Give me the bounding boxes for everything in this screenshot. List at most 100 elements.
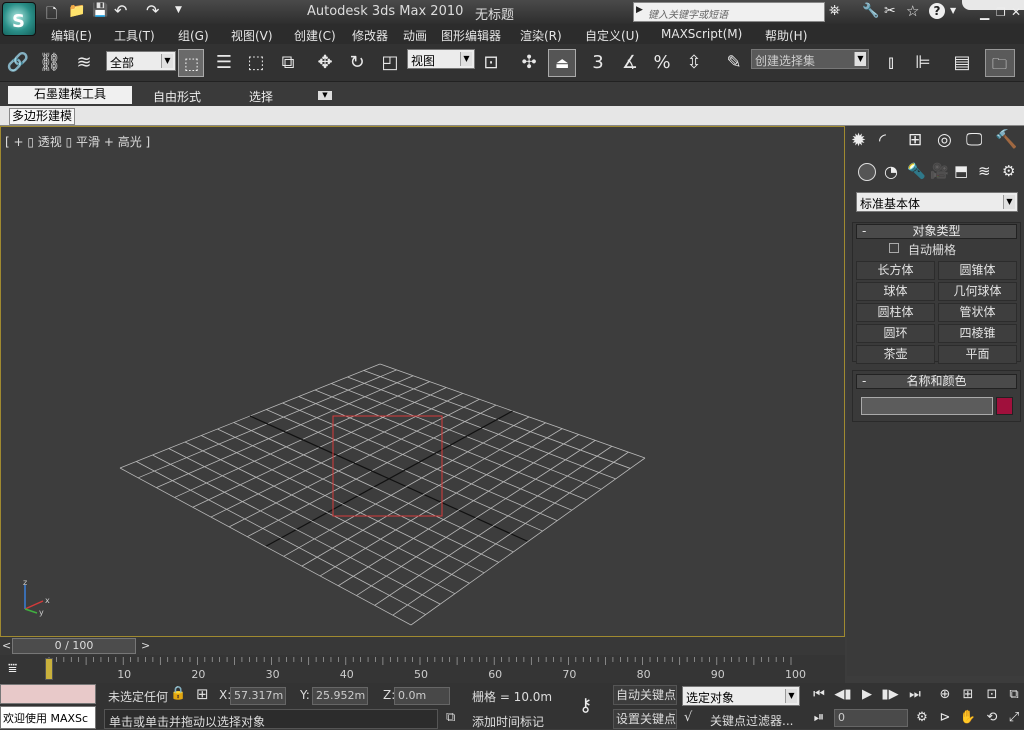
autogrid-checkbox[interactable]: [889, 243, 899, 253]
selection-filter-dropdown[interactable]: 全部 ▼: [106, 51, 176, 71]
quick-access-dropdown-icon[interactable]: ▼: [175, 5, 182, 15]
set-key-button[interactable]: 设置关键点: [613, 709, 677, 729]
modify-tab-icon[interactable]: ◜: [879, 130, 886, 151]
subscription-icon[interactable]: ✂: [884, 3, 896, 19]
display-tab-icon[interactable]: 🖵: [966, 130, 982, 150]
undo-icon[interactable]: ↶: [114, 1, 127, 20]
search-expand-icon[interactable]: ▶: [636, 5, 643, 15]
align-icon[interactable]: ⊫: [911, 51, 935, 75]
menu-edit[interactable]: 编辑(E): [51, 27, 92, 44]
lock-selection-icon[interactable]: 🔒: [170, 686, 186, 701]
current-frame-field[interactable]: 0: [834, 709, 908, 727]
layer-manager-icon[interactable]: ▤: [950, 51, 974, 75]
box-button[interactable]: 长方体: [856, 261, 935, 280]
time-config-icon[interactable]: ⚙: [912, 709, 932, 727]
minimize-icon[interactable]: ▁: [980, 6, 989, 20]
rotate-icon[interactable]: ↻: [345, 51, 369, 75]
tab-freeform[interactable]: 自由形式: [153, 88, 201, 105]
key-icon[interactable]: ⚷: [579, 695, 592, 716]
reference-coordinate-dropdown[interactable]: 视图 ▼: [407, 49, 475, 69]
rectangular-selection-icon[interactable]: ⬚: [244, 51, 268, 75]
y-coordinate-field[interactable]: 25.952m: [312, 687, 368, 705]
maxscript-mini-listener[interactable]: 欢迎使用 MAXSc: [0, 706, 96, 729]
pivot-center-icon[interactable]: ⊡: [479, 51, 503, 75]
set-key-mode-icon[interactable]: √: [684, 710, 692, 725]
spinner-snap-icon[interactable]: ⇳: [682, 51, 706, 75]
maxscript-listener[interactable]: [0, 684, 96, 704]
hierarchy-tab-icon[interactable]: ⊞: [908, 130, 922, 150]
save-icon[interactable]: 💾: [92, 3, 108, 18]
binoculars-icon[interactable]: ⛯: [829, 3, 840, 19]
prev-frame-icon[interactable]: <: [2, 639, 11, 652]
zoom-extents-icon[interactable]: ⊡: [982, 686, 1002, 704]
menu-tools[interactable]: 工具(T): [114, 27, 155, 44]
favorites-star-icon[interactable]: ☆: [906, 2, 919, 20]
move-icon[interactable]: ✥: [313, 51, 337, 75]
tube-button[interactable]: 管状体: [938, 303, 1017, 322]
edit-named-selection-icon[interactable]: ✎: [722, 51, 746, 75]
space-warps-icon[interactable]: ≋: [978, 162, 991, 180]
next-frame-icon[interactable]: >: [141, 639, 150, 652]
menu-create[interactable]: 创建(C): [294, 27, 336, 44]
create-tab-icon[interactable]: ✹: [851, 130, 866, 151]
lights-icon[interactable]: 🔦: [907, 162, 926, 180]
time-slider[interactable]: < 0 / 100 >: [0, 637, 845, 655]
motion-tab-icon[interactable]: ◎: [937, 130, 952, 150]
perspective-viewport[interactable]: [ + ▯ 透视 ▯ 平滑 + 高光 ] z x y: [0, 126, 845, 637]
geometry-icon[interactable]: [858, 163, 876, 181]
pyramid-button[interactable]: 四棱锥: [938, 324, 1017, 343]
help-dropdown-icon[interactable]: ▼: [950, 6, 956, 15]
x-coordinate-field[interactable]: 57.317m: [230, 687, 286, 705]
menu-views[interactable]: 视图(V): [231, 27, 273, 44]
help-icon[interactable]: ?: [929, 3, 945, 19]
angle-snap-icon[interactable]: ∡: [618, 51, 642, 75]
app-logo-icon[interactable]: S: [2, 2, 36, 36]
search-box[interactable]: ▶ 键入关键字或短语: [633, 2, 825, 22]
zoom-extents-all-icon[interactable]: ⧉: [1004, 686, 1024, 704]
select-manipulate-icon[interactable]: ✣: [517, 51, 541, 75]
z-coordinate-field[interactable]: 0.0m: [394, 687, 450, 705]
menu-modifiers[interactable]: 修改器: [352, 27, 388, 44]
mini-curve-editor-icon[interactable]: ⩸: [8, 659, 17, 677]
track-bar[interactable]: ⩸ 10 20 30 40 50 60 70 80 90 100: [0, 655, 845, 683]
name-and-color-rollout-header[interactable]: - 名称和颜色: [856, 374, 1017, 389]
helpers-icon[interactable]: ⬒: [954, 162, 968, 180]
select-object-button[interactable]: ⬚: [178, 49, 204, 77]
named-selection-dropdown[interactable]: 创建选择集 ▼: [751, 49, 869, 69]
add-time-tag[interactable]: 添加时间标记: [472, 713, 544, 730]
menu-rendering[interactable]: 渲染(R): [520, 27, 562, 44]
sphere-button[interactable]: 球体: [856, 282, 935, 301]
go-to-end-icon[interactable]: ⏭: [905, 686, 925, 704]
key-mode-dropdown[interactable]: 选定对象 ▼: [682, 686, 800, 706]
object-type-rollout-header[interactable]: - 对象类型: [856, 224, 1017, 239]
redo-icon[interactable]: ↷: [146, 1, 159, 20]
auto-key-button[interactable]: 自动关键点: [613, 685, 677, 705]
snaps-toggle-icon[interactable]: 3: [586, 51, 610, 75]
time-slider-thumb[interactable]: 0 / 100: [12, 638, 136, 654]
zoom-all-icon[interactable]: ⊞: [958, 686, 978, 704]
select-by-name-icon[interactable]: ☰: [212, 51, 236, 75]
cameras-icon[interactable]: 🎥: [930, 162, 949, 180]
absolute-mode-icon[interactable]: ⊞: [196, 685, 209, 703]
play-icon[interactable]: ▶: [857, 686, 877, 704]
pan-icon[interactable]: ✋: [958, 709, 978, 727]
cylinder-button[interactable]: 圆柱体: [856, 303, 935, 322]
field-of-view-icon[interactable]: ⊳: [935, 709, 955, 727]
object-color-swatch[interactable]: [996, 397, 1013, 415]
tab-graphite-modeling[interactable]: 石墨建模工具: [8, 86, 132, 104]
key-filters-button[interactable]: 关键点过滤器...: [710, 712, 793, 729]
plane-button[interactable]: 平面: [938, 345, 1017, 364]
maximize-viewport-icon[interactable]: ⤢: [1004, 709, 1024, 727]
mirror-icon[interactable]: ⫾: [879, 51, 903, 75]
window-crossing-icon[interactable]: ⧉: [276, 51, 300, 75]
torus-button[interactable]: 圆环: [856, 324, 935, 343]
previous-key-icon[interactable]: ◀▮: [833, 686, 853, 704]
orbit-icon[interactable]: ⟲: [982, 709, 1002, 727]
restore-icon[interactable]: ❐: [996, 6, 1006, 19]
teapot-button[interactable]: 茶壶: [856, 345, 935, 364]
object-category-dropdown[interactable]: 标准基本体 ▼: [856, 192, 1018, 212]
graphite-toggle-button[interactable]: 🗀: [985, 49, 1015, 77]
bind-to-space-warp-icon[interactable]: ≋: [72, 51, 96, 75]
menu-help[interactable]: 帮助(H): [765, 27, 807, 44]
tab-selection[interactable]: 选择: [249, 88, 273, 105]
